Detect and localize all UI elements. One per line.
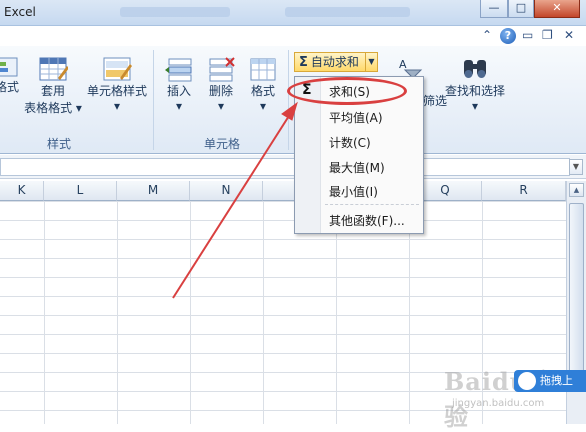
drag-tip-icon bbox=[518, 372, 536, 390]
drag-tip-label: 拖拽上 bbox=[540, 374, 573, 387]
drag-tip-button[interactable]: 拖拽上 bbox=[514, 370, 586, 392]
watermark-url: jingyan.baidu.com bbox=[452, 398, 545, 409]
annotation-arrow bbox=[172, 101, 298, 299]
